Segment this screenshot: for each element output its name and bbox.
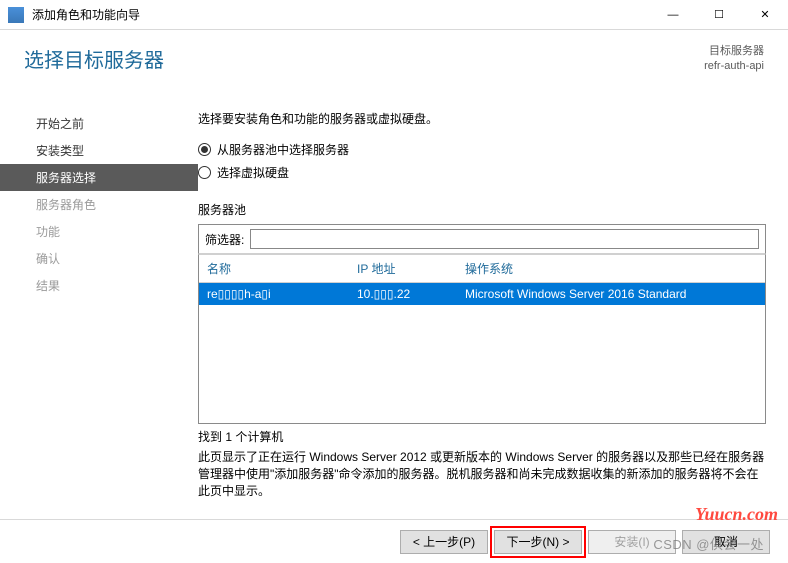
radio-select-from-pool[interactable]: 从服务器池中选择服务器 [198,141,766,158]
radio-icon [198,143,211,156]
target-server-indicator: 目标服务器 refr-auth-api [704,44,764,84]
step-confirmation: 确认 [0,245,198,272]
step-server-roles: 服务器角色 [0,191,198,218]
window-controls: — ☐ ✕ [650,0,788,30]
close-button[interactable]: ✕ [742,0,788,30]
step-server-selection[interactable]: 服务器选择 [0,164,198,191]
step-installation-type[interactable]: 安装类型 [0,137,198,164]
titlebar: 添加角色和功能向导 — ☐ ✕ [0,0,788,30]
cell-os: Microsoft Windows Server 2016 Standard [457,283,765,305]
found-count: 找到 1 个计算机 [198,428,766,445]
filter-label: 筛选器: [205,231,244,248]
target-server-label: 目标服务器 [704,44,764,59]
radio-icon [198,166,211,179]
cancel-button[interactable]: 取消 [682,530,770,554]
page-header: 选择目标服务器 目标服务器 refr-auth-api [0,30,788,84]
filter-box: 筛选器: [198,224,766,254]
app-icon [8,7,24,23]
grid-header: 名称 IP 地址 操作系统 [199,255,765,283]
button-bar: < 上一步(P) 下一步(N) > 安装(I) 取消 [0,519,788,563]
step-results: 结果 [0,272,198,299]
server-pool-label: 服务器池 [198,201,766,218]
column-ip[interactable]: IP 地址 [349,255,457,282]
instruction-text: 选择要安装角色和功能的服务器或虚拟硬盘。 [198,110,766,127]
main-panel: 选择要安装角色和功能的服务器或虚拟硬盘。 从服务器池中选择服务器 选择虚拟硬盘 … [198,94,788,519]
column-os[interactable]: 操作系统 [457,255,765,282]
radio-select-vhd[interactable]: 选择虚拟硬盘 [198,164,766,181]
radio-label: 从服务器池中选择服务器 [217,141,349,158]
page-title: 选择目标服务器 [24,44,164,84]
target-server-value: refr-auth-api [704,59,764,74]
install-button: 安装(I) [588,530,676,554]
radio-label: 选择虚拟硬盘 [217,164,289,181]
cell-ip: 10.▯▯▯.22 [349,283,457,305]
cell-name: re▯▯▯▯h-a▯i [199,283,349,305]
next-button[interactable]: 下一步(N) > [494,530,582,554]
column-name[interactable]: 名称 [199,255,349,282]
window-title: 添加角色和功能向导 [32,6,140,23]
step-before-you-begin[interactable]: 开始之前 [0,110,198,137]
step-features: 功能 [0,218,198,245]
explanation-note: 此页显示了正在运行 Windows Server 2012 或更新版本的 Win… [198,449,766,500]
wizard-steps: 开始之前 安装类型 服务器选择 服务器角色 功能 确认 结果 [0,94,198,519]
server-row[interactable]: re▯▯▯▯h-a▯i 10.▯▯▯.22 Microsoft Windows … [199,283,765,305]
minimize-button[interactable]: — [650,0,696,30]
maximize-button[interactable]: ☐ [696,0,742,30]
filter-input[interactable] [250,229,759,249]
server-grid: 名称 IP 地址 操作系统 re▯▯▯▯h-a▯i 10.▯▯▯.22 Micr… [198,254,766,424]
previous-button[interactable]: < 上一步(P) [400,530,488,554]
